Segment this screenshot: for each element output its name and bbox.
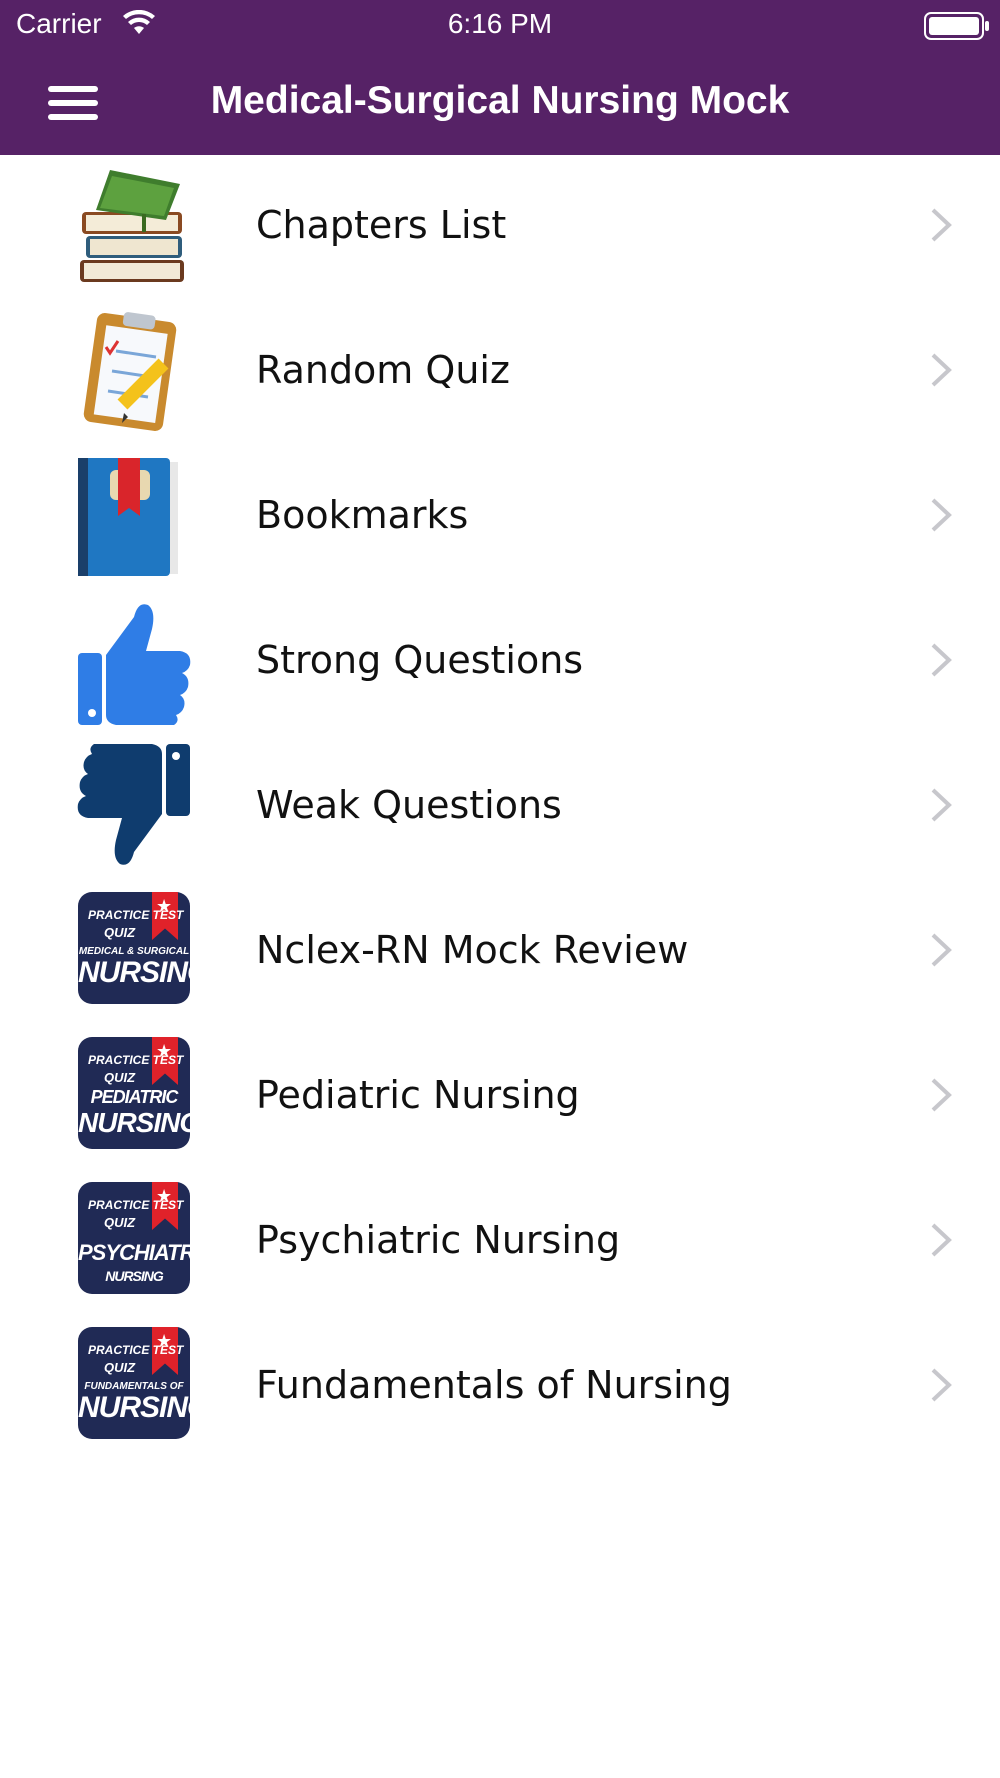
- page-title: Medical-Surgical Nursing Mock: [210, 79, 790, 122]
- menu-item-bookmarks[interactable]: Bookmarks: [0, 445, 1000, 590]
- navigation-bar: Medical-Surgical Nursing Mock: [0, 52, 1000, 155]
- menu-item-strong-questions[interactable]: Strong Questions: [0, 590, 1000, 735]
- chevron-right-icon: [931, 1078, 952, 1112]
- menu-item-label: Pediatric Nursing: [256, 1073, 580, 1117]
- chevron-right-icon: [931, 933, 952, 967]
- battery-icon: [924, 12, 989, 40]
- menu-item-chapters-list[interactable]: Chapters List: [0, 155, 1000, 300]
- menu-item-weak-questions[interactable]: Weak Questions: [0, 735, 1000, 880]
- app-badge-fundamentals-icon: PRACTICE TEST QUIZ FUNDAMENTALS OF NURSI…: [78, 1327, 190, 1439]
- menu-item-pediatric-nursing[interactable]: PRACTICE TEST QUIZ PEDIATRIC NURSING Ped…: [0, 1025, 1000, 1170]
- menu-item-label: Strong Questions: [256, 638, 584, 682]
- menu-item-psychiatric-nursing[interactable]: PRACTICE TEST QUIZ PSYCHIATRIC NURSING P…: [0, 1170, 1000, 1315]
- menu-item-label: Fundamentals of Nursing: [256, 1363, 732, 1407]
- chevron-right-icon: [931, 1368, 952, 1402]
- app-badge-pediatric-icon: PRACTICE TEST QUIZ PEDIATRIC NURSING: [78, 1037, 190, 1149]
- status-bar: Carrier 6:16 PM: [0, 0, 1000, 52]
- thumbs-up-icon: [78, 604, 191, 725]
- status-time: 6:16 PM: [447, 8, 553, 39]
- chevron-right-icon: [931, 498, 952, 532]
- chevron-right-icon: [931, 643, 952, 677]
- chevron-right-icon: [931, 353, 952, 387]
- menu-item-nclex-rn-mock-review[interactable]: PRACTICE TEST QUIZ MEDICAL & SURGICAL NU…: [0, 880, 1000, 1025]
- app-badge-medical-surgical-icon: PRACTICE TEST QUIZ MEDICAL & SURGICAL NU…: [78, 892, 190, 1004]
- clipboard-pencil-icon: [83, 312, 177, 431]
- chevron-right-icon: [931, 788, 952, 822]
- menu-item-fundamentals-of-nursing[interactable]: PRACTICE TEST QUIZ FUNDAMENTALS OF NURSI…: [0, 1315, 1000, 1460]
- menu-item-label: Nclex-RN Mock Review: [256, 928, 689, 972]
- bookmark-book-icon: [78, 458, 178, 576]
- menu-item-label: Random Quiz: [256, 348, 510, 392]
- thumbs-down-icon: [77, 744, 190, 865]
- menu-item-label: Weak Questions: [256, 783, 562, 827]
- menu-item-label: Chapters List: [256, 203, 507, 247]
- app-badge-psychiatric-icon: PRACTICE TEST QUIZ PSYCHIATRIC NURSING: [78, 1182, 190, 1294]
- menu-item-label: Psychiatric Nursing: [256, 1218, 621, 1262]
- menu-item-label: Bookmarks: [256, 493, 469, 537]
- chevron-right-icon: [931, 1223, 952, 1257]
- books-icon: [80, 170, 184, 282]
- menu-item-random-quiz[interactable]: Random Quiz: [0, 300, 1000, 445]
- chevron-right-icon: [931, 208, 952, 242]
